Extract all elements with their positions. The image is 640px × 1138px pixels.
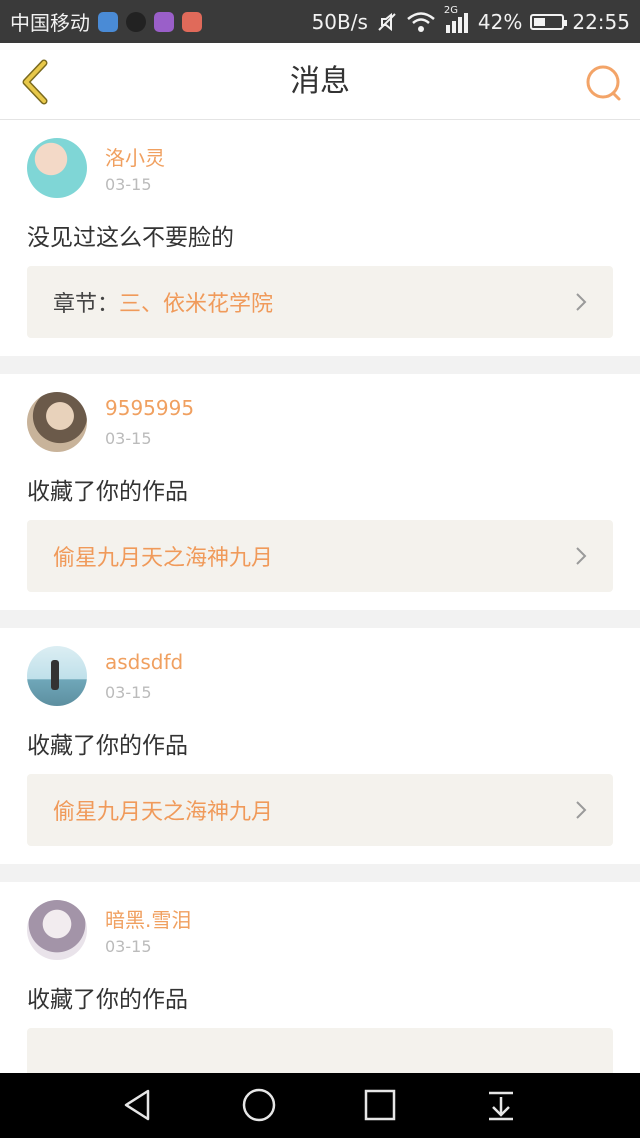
avatar[interactable] [27, 646, 87, 706]
status-bar: 中国移动 50B/s 2G 42% 22:55 [0, 0, 640, 43]
carrier-label: 中国移动 [10, 11, 90, 35]
avatar[interactable] [27, 138, 87, 198]
avatar[interactable] [27, 392, 87, 452]
username[interactable]: 9595995 [105, 396, 194, 420]
page-title: 消息 [290, 64, 350, 99]
clock: 22:55 [572, 9, 630, 34]
chevron-right-icon [576, 801, 587, 819]
username[interactable]: 洛小灵 [105, 142, 165, 171]
reference-link[interactable]: 偷星九月天之海神九月 [27, 774, 613, 846]
reference-link[interactable] [27, 1028, 613, 1073]
avatar-app-icon [126, 11, 146, 32]
battery-icon [530, 13, 568, 30]
message-text: 收藏了你的作品 [27, 733, 188, 759]
app-header: 消息 [0, 43, 640, 120]
message-date: 03-15 [105, 937, 152, 956]
search-icon[interactable] [582, 61, 626, 105]
message-text: 没见过这么不要脸的 [27, 225, 234, 251]
chevron-right-icon [576, 293, 587, 311]
reference-link[interactable]: 章节： 三、依米花学院 [27, 266, 613, 338]
message-card: 暗黑.雪泪 03-15 收藏了你的作品 [0, 882, 640, 1073]
reference-prefix: 章节： [53, 292, 120, 317]
avatar[interactable] [27, 900, 87, 960]
home-circle-icon[interactable] [241, 1087, 277, 1123]
recents-square-icon[interactable] [362, 1087, 398, 1123]
wifi-icon [407, 11, 435, 32]
message-date: 03-15 [105, 429, 152, 448]
network-speed: 50B/s [311, 9, 368, 34]
message-text: 收藏了你的作品 [27, 479, 188, 505]
username[interactable]: asdsdfd [105, 650, 183, 674]
reference-link[interactable]: 偷星九月天之海神九月 [27, 520, 613, 592]
message-card: 洛小灵 03-15 没见过这么不要脸的 章节： 三、依米花学院 [0, 120, 640, 356]
location-app-icon [98, 11, 118, 32]
network-type-label: 2G [443, 4, 459, 16]
tools-app-icon [182, 11, 202, 32]
message-card: 9595995 03-15 收藏了你的作品 偷星九月天之海神九月 [0, 374, 640, 610]
gallery-app-icon [154, 11, 174, 32]
message-list[interactable]: 洛小灵 03-15 没见过这么不要脸的 章节： 三、依米花学院 9595995 … [0, 120, 640, 1073]
message-date: 03-15 [105, 175, 152, 194]
message-text: 收藏了你的作品 [27, 987, 188, 1013]
back-triangle-icon[interactable] [120, 1087, 156, 1123]
chevron-right-icon [576, 547, 587, 565]
message-card: asdsdfd 03-15 收藏了你的作品 偷星九月天之海神九月 [0, 628, 640, 864]
battery-percent: 42% [477, 9, 523, 34]
username[interactable]: 暗黑.雪泪 [105, 904, 191, 933]
reference-title: 偷星九月天之海神九月 [53, 546, 274, 571]
notification-pulldown-icon[interactable] [483, 1087, 519, 1123]
system-nav-bar [0, 1073, 640, 1138]
reference-title: 三、依米花学院 [119, 292, 274, 317]
message-date: 03-15 [105, 683, 152, 702]
reference-title: 偷星九月天之海神九月 [53, 800, 274, 825]
mute-icon [378, 12, 396, 31]
